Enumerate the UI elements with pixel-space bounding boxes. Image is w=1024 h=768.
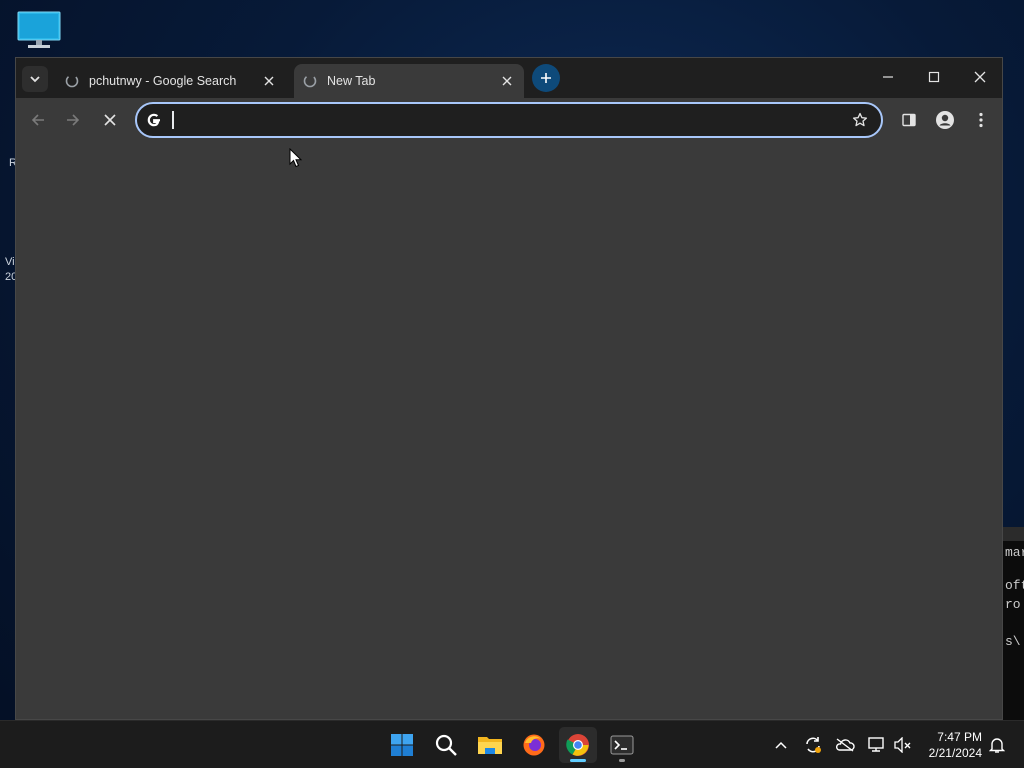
terminal-line: ro (1005, 597, 1021, 612)
chrome-window: pchutnwy - Google Search New Tab (15, 57, 1003, 720)
stop-loading-button[interactable] (97, 107, 123, 133)
terminal-window-background[interactable]: mar oft ro s\ (1003, 527, 1024, 720)
taskbar: 7:47 PM 2/21/2024 (0, 720, 1024, 768)
maximize-icon (928, 71, 940, 83)
new-tab-button[interactable] (532, 64, 560, 92)
system-clock[interactable]: 7:47 PM 2/21/2024 (918, 729, 982, 761)
search-button[interactable] (427, 727, 465, 763)
this-pc-desktop-icon[interactable] (16, 10, 62, 50)
file-explorer-button[interactable] (471, 727, 509, 763)
active-app-indicator (570, 759, 586, 762)
loading-spinner-icon (64, 73, 80, 89)
show-hidden-icons-button[interactable] (768, 731, 794, 759)
tab-strip: pchutnwy - Google Search New Tab (16, 58, 1002, 98)
terminal-titlebar (1003, 527, 1024, 541)
speaker-muted-icon (894, 737, 911, 753)
minimize-button[interactable] (865, 58, 911, 96)
text-caret (172, 111, 174, 129)
more-vertical-icon (979, 112, 983, 128)
chrome-taskbar-button[interactable] (559, 727, 597, 763)
volume-tray[interactable] (890, 731, 916, 759)
close-icon (974, 71, 986, 83)
address-input[interactable] (169, 108, 833, 134)
tab-title: pchutnwy - Google Search (89, 74, 237, 88)
notifications-button[interactable] (984, 731, 1010, 759)
network-tray[interactable] (864, 731, 890, 759)
maximize-button[interactable] (911, 58, 957, 96)
terminal-line: oft (1005, 578, 1024, 593)
folder-icon (478, 737, 502, 754)
clock-date: 2/21/2024 (928, 746, 982, 760)
tab-google-search[interactable]: pchutnwy - Google Search (56, 64, 286, 98)
browser-menu-button[interactable] (968, 107, 994, 133)
terminal-icon (610, 735, 634, 755)
start-button[interactable] (383, 727, 421, 763)
desktop-label-fragment: Vi (5, 256, 15, 268)
bookmark-star-icon[interactable] (851, 111, 869, 129)
terminal-taskbar-button[interactable] (603, 727, 641, 763)
arrow-left-icon (31, 114, 44, 126)
chrome-icon (566, 734, 589, 756)
sync-icon (806, 737, 821, 753)
close-icon (104, 114, 116, 126)
chevron-down-icon (30, 76, 40, 83)
tab-new-tab[interactable]: New Tab (294, 64, 524, 98)
search-icon (435, 734, 457, 756)
side-panel-button[interactable] (896, 107, 922, 133)
terminal-line: mar (1005, 545, 1024, 560)
close-window-button[interactable] (957, 58, 1003, 96)
onedrive-tray[interactable] (832, 731, 858, 759)
network-icon (868, 737, 884, 752)
bell-icon (989, 738, 1005, 753)
sync-status-tray[interactable] (800, 731, 826, 759)
mouse-pointer-icon (289, 148, 303, 168)
google-g-icon (145, 111, 163, 129)
arrow-right-icon (67, 114, 80, 126)
cloud-offline-icon (835, 738, 855, 752)
back-button[interactable] (25, 107, 51, 133)
tab-title: New Tab (327, 74, 376, 88)
profile-avatar-icon (936, 111, 954, 129)
forward-button[interactable] (60, 107, 86, 133)
windows-logo-icon (391, 734, 413, 756)
address-bar[interactable] (135, 102, 883, 138)
close-tab-icon[interactable] (260, 72, 278, 90)
terminal-line: s\ (1005, 634, 1021, 649)
loading-spinner-icon (302, 73, 318, 89)
side-panel-icon (902, 113, 916, 127)
profile-button[interactable] (932, 107, 958, 133)
chevron-up-icon (775, 741, 787, 749)
plus-icon (541, 73, 551, 83)
running-app-indicator (619, 759, 625, 762)
firefox-icon (523, 734, 545, 756)
close-tab-icon[interactable] (498, 72, 516, 90)
firefox-button[interactable] (515, 727, 553, 763)
tab-search-button[interactable] (22, 66, 48, 92)
minimize-icon (883, 76, 893, 78)
clock-time: 7:47 PM (937, 730, 982, 744)
browser-toolbar (16, 98, 1002, 142)
page-content-blank[interactable] (16, 142, 1002, 719)
